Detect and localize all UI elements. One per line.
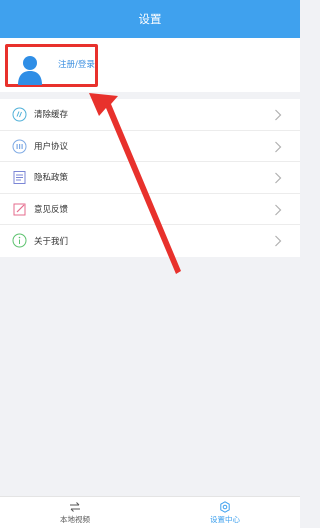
swap-arrows-icon [70,501,80,512]
title-bar: 设置 [0,0,300,38]
login-register-button[interactable]: 注册/登录 [5,44,98,87]
chevron-right-icon [275,109,282,121]
tab-settings-center[interactable]: 设置中心 [150,497,300,528]
menu-item-clear-cache[interactable]: 清除缓存 [0,99,300,131]
menu-item-privacy-policy[interactable]: 隐私政策 [0,162,300,194]
chevron-right-icon [275,141,282,153]
menu-item-user-agreement[interactable]: 用户协议 [0,131,300,163]
tab-local-video[interactable]: 本地视频 [0,497,150,528]
menu-item-label: 关于我们 [34,237,69,248]
chevron-right-icon [275,172,282,184]
menu-item-label: 用户协议 [34,141,69,152]
avatar-icon [18,56,42,85]
chevron-right-icon [275,204,282,216]
feedback-icon [13,203,26,216]
page-title: 设置 [138,12,162,26]
clear-cache-icon [12,107,27,122]
menu-item-label: 隐私政策 [34,173,69,184]
menu-item-feedback[interactable]: 意见反馈 [0,194,300,226]
menu-item-about-us[interactable]: 关于我们 [0,225,300,257]
gear-icon [220,500,230,513]
menu-item-label: 意见反馈 [34,205,69,216]
user-agreement-icon [12,139,27,154]
profile-section: 注册/登录 [0,38,300,92]
settings-menu: 清除缓存 用户协议 隐私政策 意见反馈 关于我们 [0,99,300,257]
login-register-label: 注册/登录 [58,60,95,70]
menu-item-label: 清除缓存 [34,110,69,121]
bottom-tab-bar: 本地视频 设置中心 [0,496,300,528]
tab-label: 本地视频 [60,514,90,524]
chevron-right-icon [275,235,282,247]
about-us-icon [12,233,27,248]
tab-label: 设置中心 [210,514,240,524]
privacy-policy-icon [13,171,26,185]
